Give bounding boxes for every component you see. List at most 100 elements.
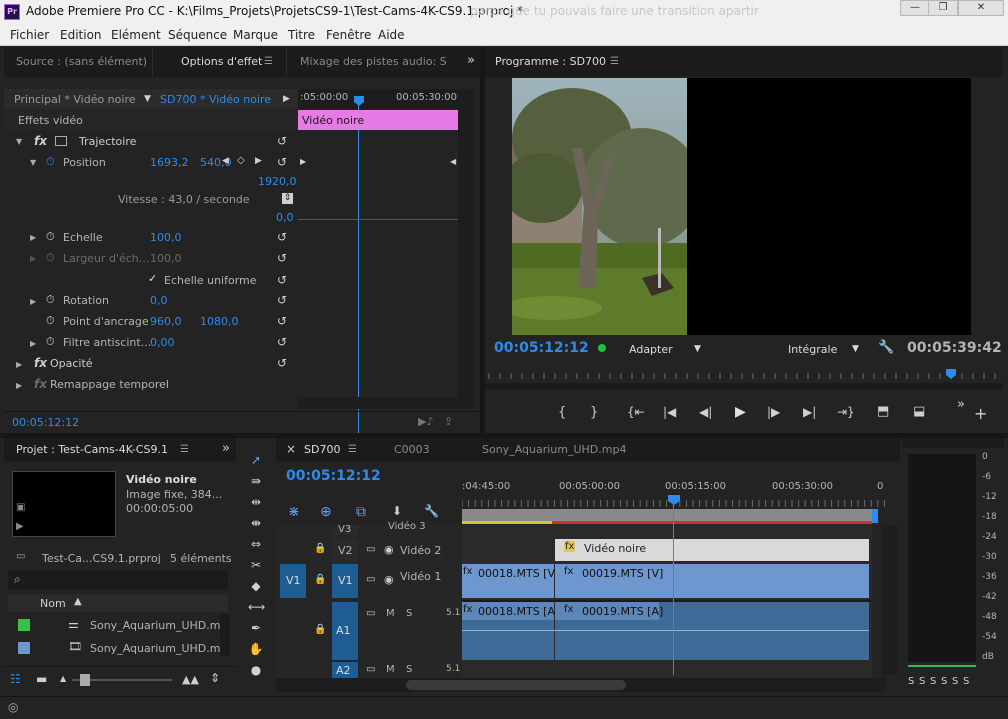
reset-ancrage-icon[interactable]: ↺ (277, 315, 289, 327)
quality-dropdown-arrow-icon[interactable]: ▼ (852, 344, 859, 354)
track-select-tool-icon[interactable]: ⇛ (248, 473, 264, 489)
step-forward-icon[interactable]: |▶ (767, 405, 780, 419)
timeline-menu-icon[interactable]: ☰ (348, 444, 357, 455)
prev-edit-icon[interactable]: |◀ (663, 405, 676, 419)
more-controls-icon[interactable]: » (957, 397, 965, 412)
menu-aide[interactable]: Aide (378, 28, 405, 42)
meter-solo-button[interactable]: S (952, 676, 958, 687)
add-marker-icon[interactable]: ⬇ (392, 504, 402, 518)
solo-a2-button[interactable]: S (406, 664, 412, 675)
linked-clips-icon[interactable]: ⧉ (356, 504, 366, 520)
keyframe-end-icon[interactable]: ◀ (450, 157, 456, 166)
reset-opacite-icon[interactable]: ↺ (277, 357, 289, 369)
status-indicator-icon[interactable]: ◎ (8, 700, 18, 714)
maximize-button[interactable]: ❐ (928, 0, 958, 16)
menu-element[interactable]: Elément (111, 28, 161, 42)
expand-opacite-icon[interactable]: ▶ (16, 360, 22, 369)
snap-icon[interactable]: ⋇ (288, 504, 300, 520)
menu-fenetre[interactable]: Fenêtre (326, 28, 371, 42)
icon-view-icon[interactable]: ▬ (36, 672, 47, 686)
menu-sequence[interactable]: Séquence (168, 28, 227, 42)
tab-effect-options[interactable]: Options d'effet (181, 55, 262, 68)
thumb-play-icon[interactable]: ▶ (16, 521, 24, 532)
timeline-timecode[interactable]: 00:05:12:12 (286, 468, 381, 484)
project-search-input[interactable] (8, 570, 228, 590)
filtre-value[interactable]: 0,00 (150, 336, 175, 349)
tabs-overflow-icon[interactable]: » (467, 53, 475, 68)
mute-a2-button[interactable]: M (386, 664, 395, 675)
meter-solo-button[interactable]: S (941, 676, 947, 687)
meter-solo-button[interactable]: S (919, 676, 925, 687)
go-to-in-icon[interactable]: {⇤ (627, 405, 645, 419)
project-title[interactable]: Projet : Test-Cams-4K-CS9.1 (16, 443, 168, 456)
reset-trajectoire-icon[interactable]: ↺ (277, 135, 289, 147)
speed-graph-icon[interactable]: ⇕ (282, 193, 293, 204)
clip-thumbnail[interactable] (12, 471, 116, 537)
meter-solo-button[interactable]: S (963, 676, 969, 687)
toggle-sync-a1-icon[interactable]: ▭ (366, 608, 375, 619)
program-timecode[interactable]: 00:05:12:12 (494, 340, 589, 356)
program-menu-icon[interactable]: ☰ (610, 56, 619, 67)
reset-rotation-icon[interactable]: ↺ (277, 294, 289, 306)
label-color-swatch[interactable] (18, 619, 30, 631)
stopwatch-filtre-icon[interactable]: ⏱ (46, 335, 55, 349)
minimize-button[interactable]: — (900, 0, 930, 16)
tab-audio-mixer[interactable]: Mixage des pistes audio: S (300, 55, 447, 68)
close-tab-icon[interactable]: × (286, 442, 296, 456)
next-keyframe-icon[interactable]: ▶ (255, 156, 262, 166)
list-item[interactable]: ⚌ Sony_Aquarium_UHD.mp (8, 614, 227, 636)
play-button[interactable]: ▶ (735, 404, 746, 420)
settings-wrench-icon[interactable]: 🔧 (878, 340, 894, 355)
hand-tool-icon[interactable]: ✋ (248, 641, 264, 657)
position-x-value[interactable]: 1693,2 (150, 156, 189, 169)
stopwatch-rotation-icon[interactable]: ⏱ (46, 293, 55, 307)
mark-out-icon[interactable]: } (590, 405, 598, 420)
stopwatch-largeur-icon[interactable]: ⏱ (46, 251, 55, 265)
tab-c0003[interactable]: C0003 (394, 443, 430, 456)
ec-timecode[interactable]: 00:05:12:12 (12, 416, 79, 429)
play-audio-icon[interactable]: ▶♪ (418, 415, 433, 428)
expand-position-icon[interactable]: ▼ (30, 158, 36, 167)
eye-v1-icon[interactable]: ◉ (384, 573, 394, 586)
quality-dropdown[interactable]: Intégrale (788, 343, 837, 356)
stopwatch-position-icon[interactable]: ⏱ (46, 155, 55, 169)
column-name-header[interactable]: Nom (40, 597, 66, 610)
slide-tool-icon[interactable]: ⟷ (248, 599, 265, 615)
expand-remappage-icon[interactable]: ▶ (16, 381, 22, 390)
program-scrub-ruler[interactable] (485, 365, 1003, 381)
project-scrollbar[interactable] (220, 614, 230, 656)
meter-solo-button[interactable]: S (930, 676, 936, 687)
zoom-slider-handle[interactable] (80, 674, 90, 686)
sort-asc-icon[interactable]: ▲ (74, 596, 82, 607)
uniform-scale-checkbox[interactable]: ✓ (148, 273, 160, 285)
menu-titre[interactable]: Titre (288, 28, 315, 42)
track-v2-target[interactable]: V2 (338, 544, 353, 557)
list-item[interactable]: 🎞 Sony_Aquarium_UHD.mi (8, 638, 224, 656)
lock-v2-icon[interactable]: 🔒 (314, 543, 326, 554)
add-keyframe-icon[interactable]: ◇ (237, 155, 245, 166)
toggle-sync-a2-icon[interactable]: ▭ (366, 664, 375, 675)
rolling-edit-tool-icon[interactable]: ⇼ (248, 515, 264, 531)
ancrage-x-value[interactable]: 960,0 (150, 315, 182, 328)
solo-a1-button[interactable]: S (406, 608, 412, 619)
motion-box-icon[interactable] (55, 136, 67, 146)
fit-dropdown-arrow-icon[interactable]: ▼ (694, 344, 701, 354)
menu-fichier[interactable]: Fichier (10, 28, 49, 42)
pen-tool-icon[interactable]: ✒ (248, 620, 264, 636)
expand-echelle-icon[interactable]: ▶ (30, 233, 36, 242)
program-monitor-title[interactable]: Programme : SD700 (495, 55, 606, 68)
toggle-sync-v2-icon[interactable]: ▭ (366, 544, 375, 555)
toggle-sync-v1-icon[interactable]: ▭ (366, 574, 375, 585)
eye-v2-icon[interactable]: ◉ (384, 543, 394, 556)
reset-filtre-icon[interactable]: ↺ (277, 336, 289, 348)
export-frame-icon[interactable]: ⇪ (444, 415, 453, 428)
reset-echelle-icon[interactable]: ↺ (277, 231, 289, 243)
linked-selection-icon[interactable]: ⊕ (320, 504, 332, 520)
step-back-icon[interactable]: ◀| (699, 405, 712, 419)
timeline-settings-icon[interactable]: 🔧 (424, 504, 439, 518)
zoom-in-icon[interactable]: ▲▲ (182, 673, 199, 686)
extract-icon[interactable]: ⬓ (913, 404, 925, 419)
next-edit-icon[interactable]: ▶| (803, 405, 816, 419)
tab-sd700[interactable]: SD700 (304, 443, 340, 456)
lock-a1-icon[interactable]: 🔒 (314, 624, 326, 635)
